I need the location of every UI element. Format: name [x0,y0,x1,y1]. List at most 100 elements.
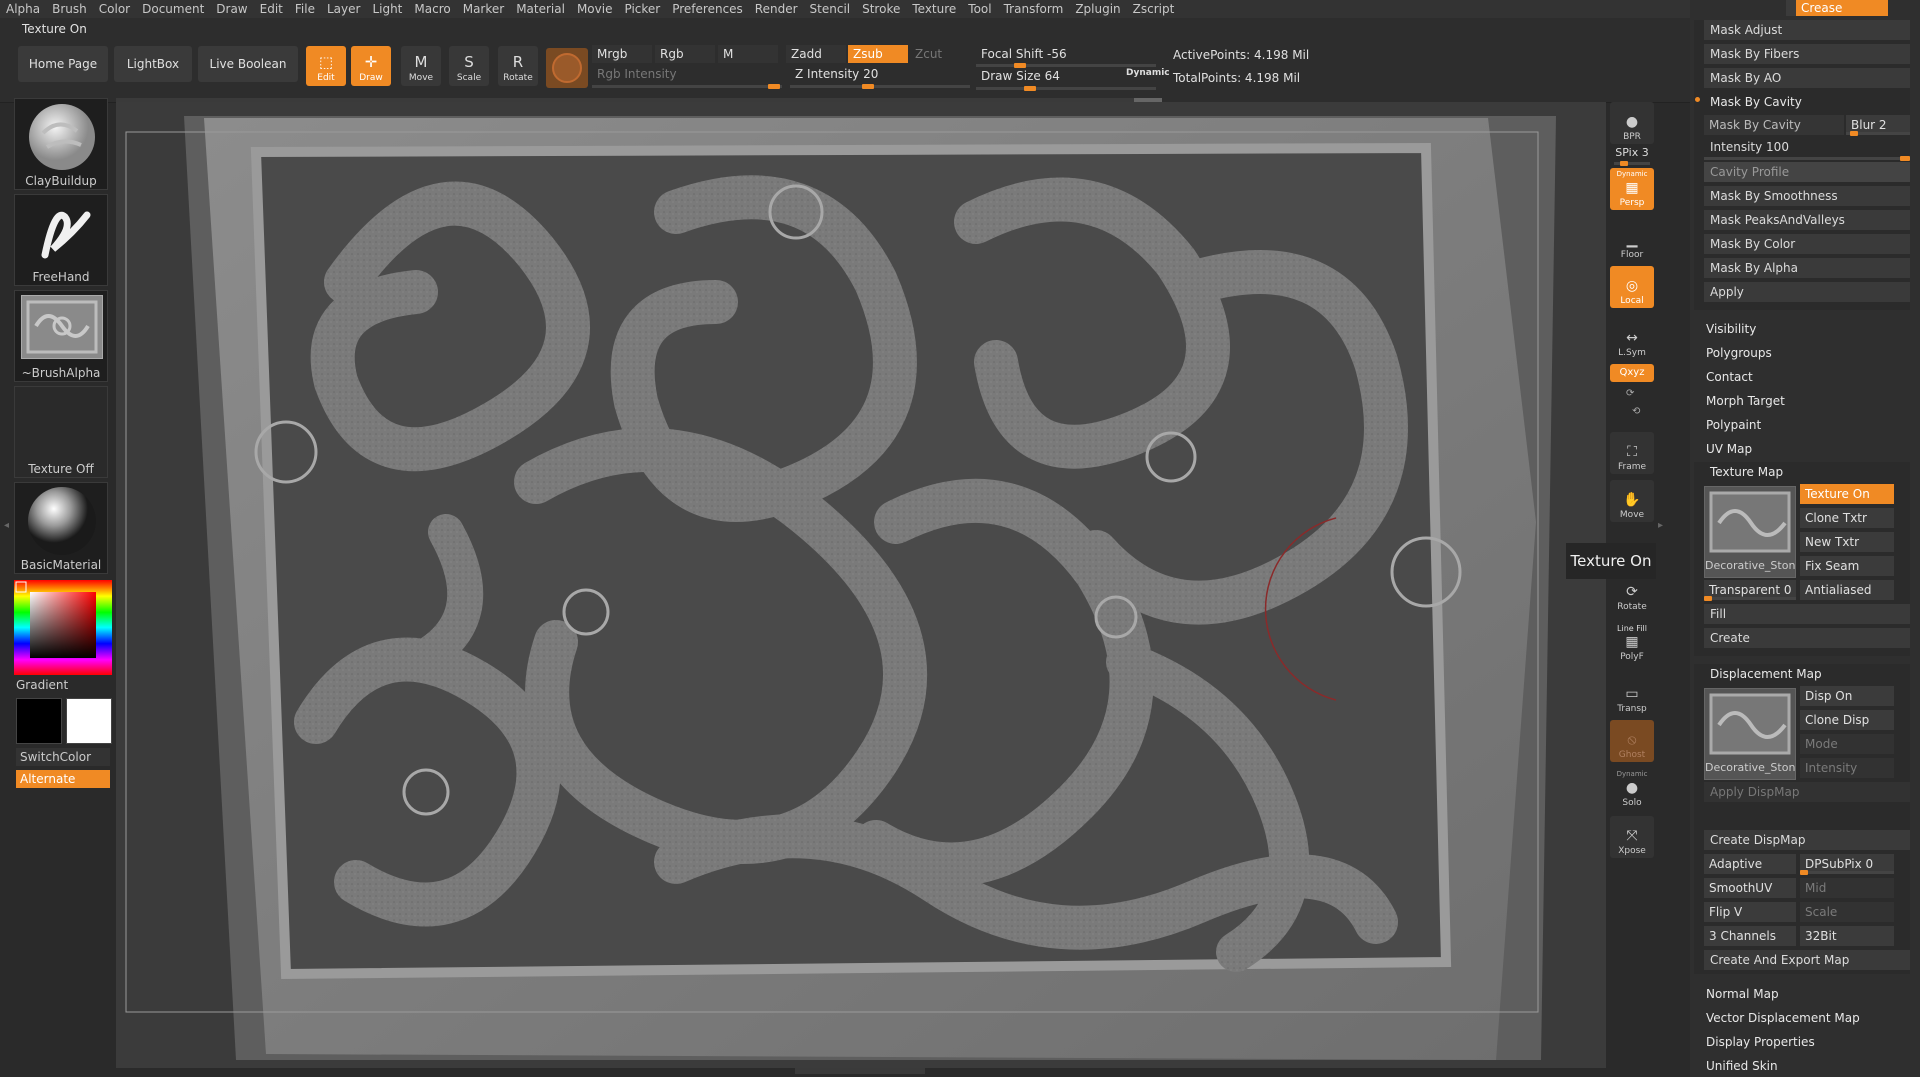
move-view-button[interactable]: ✋ Move [1610,480,1654,522]
smoothuv-button[interactable]: SmoothUV [1704,878,1796,898]
z-intensity-slider[interactable]: Z Intensity 20 [790,65,970,83]
mask-by-color-button[interactable]: Mask By Color [1704,234,1910,254]
focal-shift-slider[interactable]: Focal Shift -56 [976,45,1156,63]
blur-track[interactable] [1846,131,1910,136]
menu-light[interactable]: Light [366,0,408,17]
channels-button[interactable]: 3 Channels [1704,926,1796,946]
scale-button[interactable]: S Scale [449,46,489,86]
mask-by-alpha-button[interactable]: Mask By Alpha [1704,258,1910,278]
mask-by-ao-button[interactable]: Mask By AO [1704,68,1910,88]
adaptive-button[interactable]: Adaptive [1704,854,1796,874]
menu-document[interactable]: Document [136,0,210,17]
vector-displacement-map-subpalette[interactable]: Vector Displacement Map [1700,1008,1906,1028]
menu-zscript[interactable]: Zscript [1127,0,1181,17]
z-intensity-knob[interactable] [862,84,874,89]
material-slot[interactable]: BasicMaterial [14,482,108,574]
spix-knob[interactable] [1620,161,1628,166]
apply-mask-button[interactable]: Apply [1704,282,1910,302]
morph-target-subpalette[interactable]: Morph Target [1700,391,1906,411]
intensity-slider[interactable]: Intensity 100 [1704,137,1910,157]
displacement-map-thumbnail[interactable]: Decorative_Ston [1704,688,1796,780]
rotate-button[interactable]: R Rotate [498,46,538,86]
draw-size-track[interactable] [976,86,1156,91]
menu-texture[interactable]: Texture [906,0,962,17]
draw-size-slider[interactable]: Draw Size 64 [976,67,1106,85]
live-boolean-button[interactable]: Live Boolean [198,46,298,82]
displacement-map-header[interactable]: Displacement Map [1704,664,1910,684]
menu-stencil[interactable]: Stencil [804,0,857,17]
mask-peaks-valleys-button[interactable]: Mask PeaksAndValleys [1704,210,1910,230]
dynamic-toggle[interactable]: Dynamic [1126,68,1170,78]
clone-txtr-button[interactable]: Clone Txtr [1800,508,1894,528]
menu-color[interactable]: Color [93,0,136,17]
mask-by-cavity-header[interactable]: Mask By Cavity [1704,92,1910,112]
menu-render[interactable]: Render [749,0,804,17]
menu-draw[interactable]: Draw [210,0,253,17]
draw-button[interactable]: ✛ Draw [351,46,391,86]
z-intensity-track[interactable] [790,84,970,89]
disp-intensity-slider[interactable]: Intensity [1800,758,1894,778]
menu-tool[interactable]: Tool [962,0,997,17]
create-export-map-button[interactable]: Create And Export Map [1704,950,1910,970]
solo-button[interactable]: Dynamic ● Solo [1610,768,1654,810]
color-picker[interactable] [14,580,112,675]
xyz-button[interactable]: Qxyz [1610,364,1654,382]
alpha-slot[interactable]: ~BrushAlpha [14,290,108,382]
draw-size-knob[interactable] [1024,86,1036,91]
unified-skin-subpalette[interactable]: Unified Skin [1700,1056,1906,1076]
fix-seam-button[interactable]: Fix Seam [1800,556,1894,576]
spix-track[interactable] [1614,161,1650,166]
create-texture-button[interactable]: Create [1704,628,1910,648]
new-txtr-button[interactable]: New Txtr [1800,532,1894,552]
scale-slider[interactable]: Scale [1800,902,1894,922]
flip-v-button[interactable]: Flip V [1704,902,1796,922]
menu-brush[interactable]: Brush [46,0,93,17]
menu-material[interactable]: Material [510,0,571,17]
move-button[interactable]: M Move [401,46,441,86]
menu-picker[interactable]: Picker [618,0,666,17]
menu-zplugin[interactable]: Zplugin [1069,0,1126,17]
cavity-profile-button[interactable]: Cavity Profile [1704,162,1910,182]
transp-button[interactable]: ▭ Transp [1610,674,1654,716]
display-properties-subpalette[interactable]: Display Properties [1700,1032,1906,1052]
material-swatch-button[interactable] [546,48,588,88]
brush-slot[interactable]: ClayBuildup [14,98,108,190]
mask-by-smoothness-button[interactable]: Mask By Smoothness [1704,186,1910,206]
polypaint-subpalette[interactable]: Polypaint [1700,415,1906,435]
polyf-button[interactable]: Line Fill ▦ PolyF [1610,622,1654,664]
m-button[interactable]: M [718,45,778,63]
fill-texture-button[interactable]: Fill [1704,604,1910,624]
cavity-intensity-knob[interactable] [1900,156,1910,161]
crease-button[interactable]: Crease [1796,0,1888,16]
lightbox-button[interactable]: LightBox [114,46,192,82]
texture-slot[interactable]: Texture Off [14,386,108,478]
mrgb-button[interactable]: Mrgb [592,45,652,63]
menu-file[interactable]: File [289,0,321,17]
document-canvas[interactable] [116,102,1606,1068]
rgb-intensity-slider[interactable]: Rgb Intensity [592,65,782,83]
texture-on-button[interactable]: Texture On [1800,484,1894,504]
rgb-intensity-track[interactable] [592,84,782,89]
menu-macro[interactable]: Macro [408,0,456,17]
primary-color-swatch[interactable] [16,698,62,744]
menu-edit[interactable]: Edit [254,0,289,17]
menu-marker[interactable]: Marker [457,0,510,17]
mask-by-fibers-button[interactable]: Mask By Fibers [1704,44,1910,64]
rgb-button[interactable]: Rgb [655,45,715,63]
antialiased-button[interactable]: Antialiased [1800,580,1894,600]
frame-button[interactable]: ⛶ Frame [1610,432,1654,474]
dpsubpix-track[interactable] [1800,870,1894,875]
cavity-intensity-track[interactable] [1704,156,1910,161]
zcut-button[interactable]: Zcut [910,45,970,63]
texture-map-thumbnail[interactable]: Decorative_Ston [1704,486,1796,578]
mask-adjust-button[interactable]: Mask Adjust [1704,20,1910,40]
menu-movie[interactable]: Movie [571,0,619,17]
transparent-knob[interactable] [1704,596,1712,601]
floor-button[interactable]: ▁ Floor [1610,220,1654,262]
right-tray-handle[interactable]: ▸ [1658,520,1663,531]
bpr-button[interactable]: ● BPR [1610,102,1654,144]
persp-button[interactable]: Dynamic ▦ Persp [1610,168,1654,210]
contact-subpalette[interactable]: Contact [1700,367,1906,387]
uv-map-subpalette[interactable]: UV Map [1700,439,1906,459]
polygroups-subpalette[interactable]: Polygroups [1700,343,1906,363]
